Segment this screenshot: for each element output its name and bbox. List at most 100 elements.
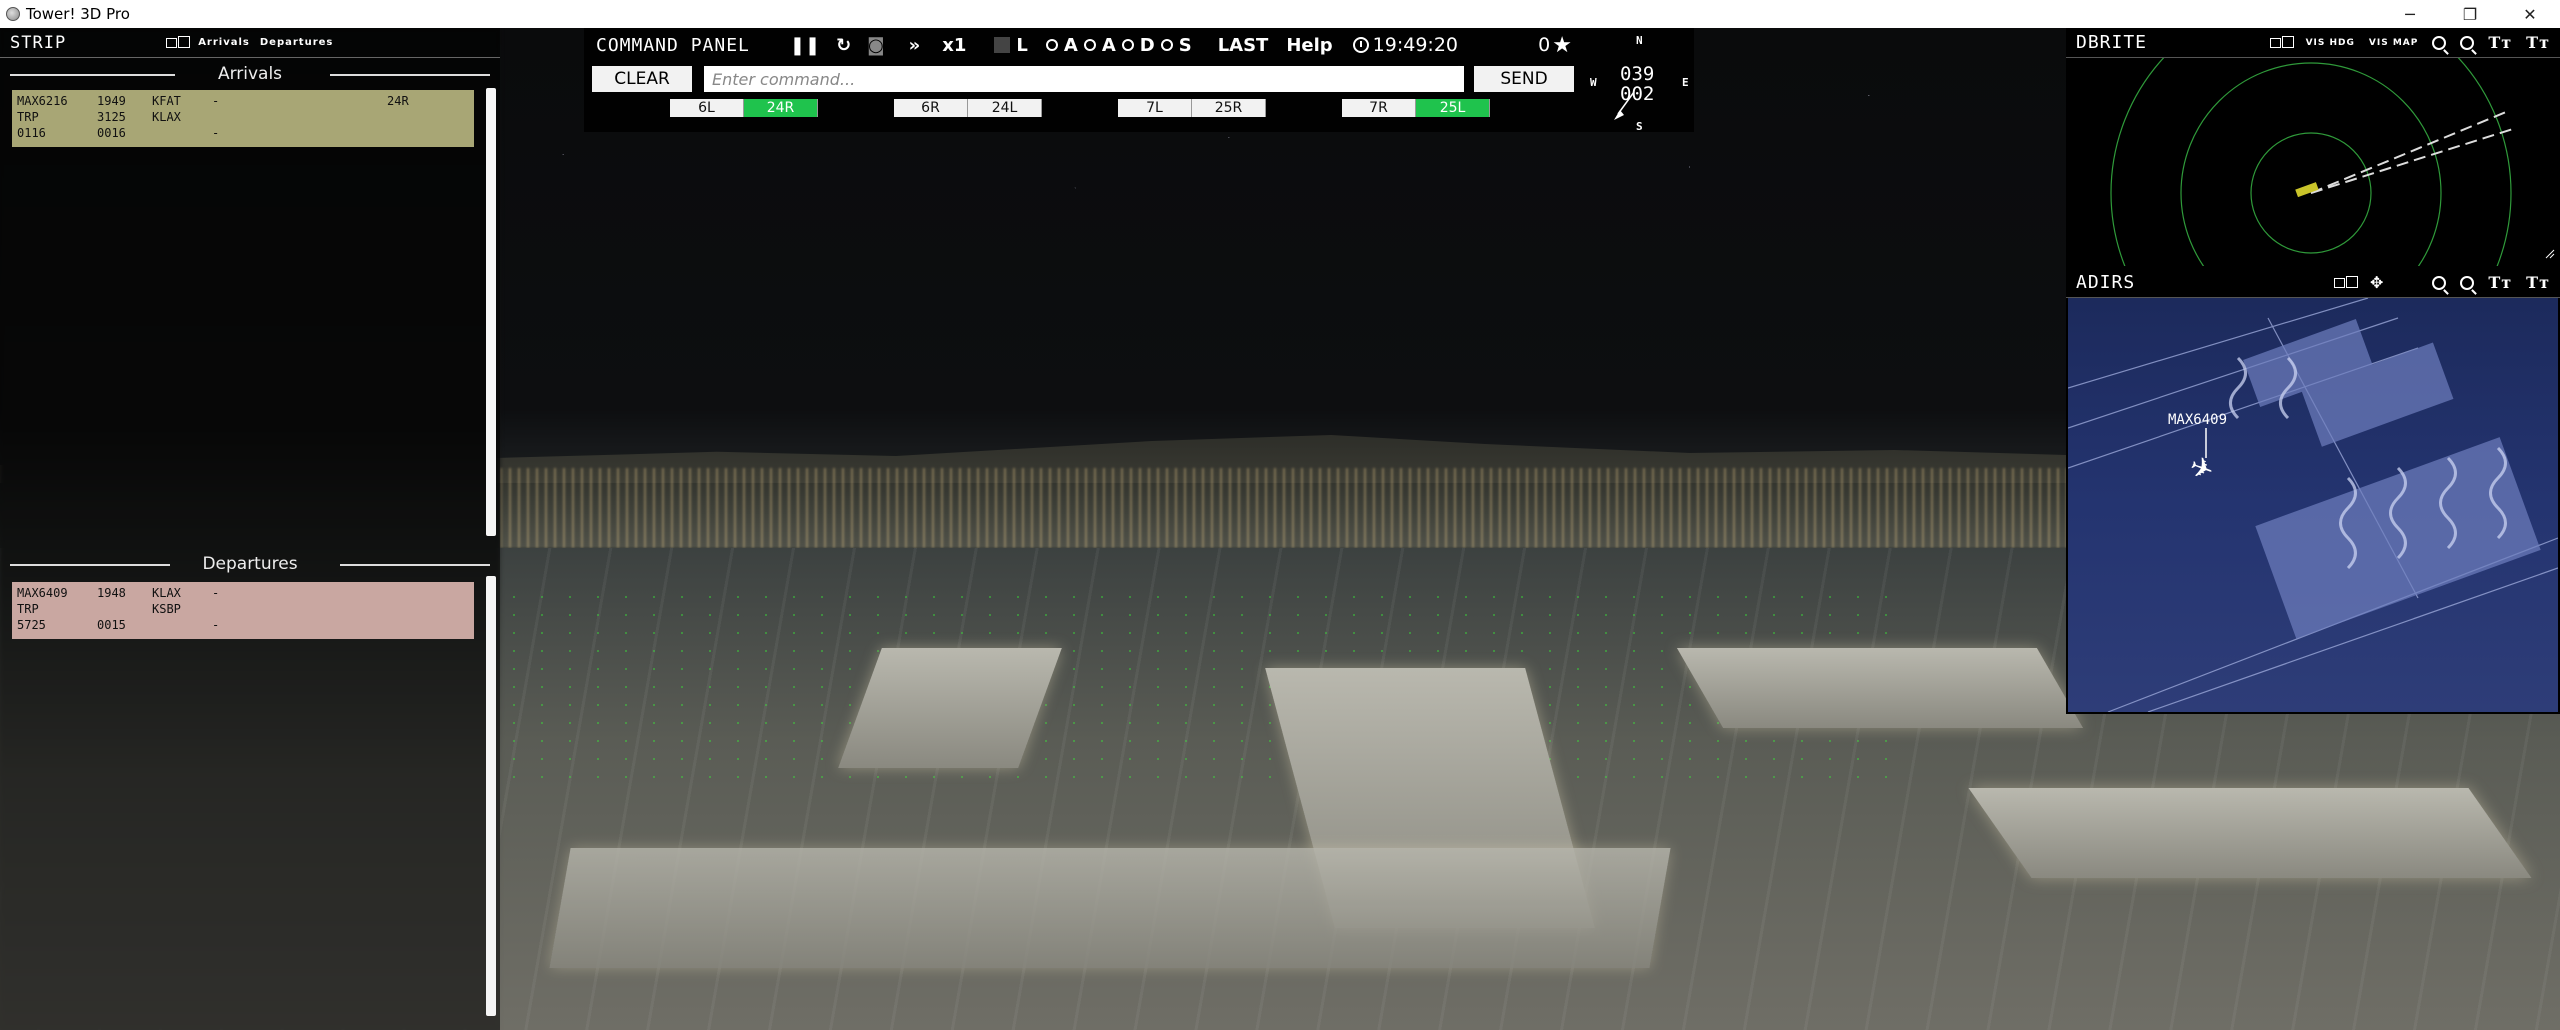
text-smaller-icon[interactable]: Tт xyxy=(2526,33,2550,52)
radar-scope[interactable] xyxy=(2066,58,2560,266)
command-input[interactable]: Enter command... xyxy=(704,66,1464,92)
strip-mark2: - xyxy=(212,126,220,140)
divider xyxy=(330,74,490,76)
close-button[interactable]: ✕ xyxy=(2500,0,2560,28)
strip-type: TRP xyxy=(17,110,39,124)
divider xyxy=(10,74,175,76)
arrivals-scrollbar[interactable] xyxy=(486,88,496,536)
approach-line xyxy=(2310,127,2517,194)
terminal-building xyxy=(1676,648,2084,728)
zoom-out-icon[interactable] xyxy=(2460,275,2475,290)
clear-button[interactable]: CLEAR xyxy=(592,66,692,92)
wind-arrow-icon xyxy=(1614,91,1635,120)
departures-tab[interactable]: Departures xyxy=(260,37,334,48)
strip-time: 1948 xyxy=(97,586,126,600)
window-titlebar: Tower! 3D Pro ─ ❐ ✕ xyxy=(0,0,2560,28)
strip-controls: Arrivals Departures xyxy=(166,36,333,49)
send-button[interactable]: SEND xyxy=(1474,66,1574,92)
fast-forward-icon[interactable]: » xyxy=(909,35,921,56)
score-value: 0 xyxy=(1538,34,1551,56)
terminal-building xyxy=(549,848,1671,968)
strip-origin: KLAX xyxy=(152,586,181,600)
adirs-panel: ADIRS ✥ Tт Tт MAX6409 ✈ xyxy=(2066,268,2560,714)
toggle-label: A xyxy=(1063,34,1078,56)
compass-east: E xyxy=(1682,76,1689,89)
aircraft-tag[interactable]: MAX6409 xyxy=(2168,412,2227,428)
runway-7r[interactable]: 7R xyxy=(1342,99,1416,117)
terminal-building xyxy=(1968,788,2532,878)
strip-panel: STRIP Arrivals Departures Arrivals MAX62… xyxy=(0,28,500,1030)
runway-24r[interactable]: 24R xyxy=(744,99,818,117)
compass-north: N xyxy=(1636,34,1643,47)
radar-ring xyxy=(2110,58,2512,266)
runway-group-7r-25l: 7R 25L xyxy=(1342,99,1490,117)
window-mode-icon[interactable] xyxy=(2269,36,2294,49)
restart-icon[interactable]: ↻ xyxy=(836,35,851,56)
arrivals-tab[interactable]: Arrivals xyxy=(198,37,250,48)
arrivals-heading: Arrivals xyxy=(217,64,283,84)
last-button[interactable]: LAST xyxy=(1218,35,1269,56)
departures-scrollbar[interactable] xyxy=(486,576,496,1016)
toggle-label: S xyxy=(1178,34,1192,56)
ground-map[interactable]: MAX6409 ✈ xyxy=(2068,298,2558,712)
adirs-controls: ✥ Tт Tт xyxy=(2333,273,2550,292)
vis-hdg-toggle[interactable]: VIS HDG xyxy=(2306,38,2355,48)
clock-icon xyxy=(1352,37,1369,53)
move-icon[interactable]: ✥ xyxy=(2370,273,2384,292)
toggle-label: D xyxy=(1139,34,1155,56)
vis-map-toggle[interactable]: VIS MAP xyxy=(2369,38,2418,48)
runway-6l[interactable]: 6L xyxy=(670,99,744,117)
window-mode-icon[interactable] xyxy=(166,36,191,49)
strip-origin: KFAT xyxy=(152,94,181,108)
toggle-a1[interactable]: A xyxy=(1045,34,1078,56)
dbrite-header: DBRITE VIS HDG VIS MAP Tт Tт xyxy=(2066,28,2560,58)
help-button[interactable]: Help xyxy=(1286,35,1332,56)
approach-line xyxy=(2310,111,2507,194)
runway-group-6r-24l: 6R 24L xyxy=(894,99,1042,117)
divider xyxy=(340,564,490,566)
adirs-title: ADIRS xyxy=(2076,272,2136,293)
pause-icon[interactable]: ❚❚ xyxy=(790,35,820,56)
dbrite-controls: VIS HDG VIS MAP Tт Tт xyxy=(2269,33,2550,52)
toggle-a2[interactable]: A xyxy=(1083,35,1116,56)
taxiway-lights xyxy=(500,588,1900,788)
strip-mark2: - xyxy=(212,618,220,632)
strip-code: 0016 xyxy=(97,126,126,140)
runway-selector: 6L 24R 6R 24L 7L 25R 7R 25L xyxy=(584,96,1584,120)
arrival-strip[interactable]: MAX6216 1949 KFAT - 24R TRP 3125 KLAX 01… xyxy=(12,90,474,147)
text-larger-icon[interactable]: Tт xyxy=(2488,33,2512,52)
strip-dest: KLAX xyxy=(152,110,181,124)
strip-time: 1949 xyxy=(97,94,126,108)
strip-header: STRIP Arrivals Departures xyxy=(0,28,500,58)
city-lights xyxy=(500,468,2200,548)
restore-button[interactable]: ❐ xyxy=(2440,0,2500,28)
toggle-l[interactable]: L xyxy=(994,35,1028,56)
runway-7l[interactable]: 7L xyxy=(1118,99,1192,117)
compass: N W E S 039 002 xyxy=(1584,28,1694,133)
app-icon xyxy=(6,7,20,21)
compass-west: W xyxy=(1590,76,1597,89)
runway-25r[interactable]: 25R xyxy=(1192,99,1266,117)
minimize-button[interactable]: ─ xyxy=(2380,0,2440,28)
runway-6r[interactable]: 6R xyxy=(894,99,968,117)
text-larger-icon[interactable]: Tт xyxy=(2488,273,2512,292)
strip-mark: - xyxy=(212,94,220,108)
arrivals-section-title: Arrivals xyxy=(0,62,500,86)
runway-25l[interactable]: 25L xyxy=(1416,99,1490,117)
zoom-in-icon[interactable] xyxy=(2432,275,2447,290)
camera-icon[interactable]: ◙ xyxy=(867,35,884,56)
runway-24l[interactable]: 24L xyxy=(968,99,1042,117)
runway-group-7l-25r: 7L 25R xyxy=(1118,99,1266,117)
strip-code: 0015 xyxy=(97,618,126,632)
ground-map-drawing xyxy=(2068,298,2558,712)
speed-label[interactable]: x1 xyxy=(942,35,966,56)
window-mode-icon[interactable] xyxy=(2333,276,2358,289)
zoom-out-icon[interactable] xyxy=(2460,35,2475,50)
toggle-s[interactable]: S xyxy=(1160,34,1192,56)
departures-heading: Departures xyxy=(202,554,298,574)
strip-runway[interactable]: 24R xyxy=(387,94,447,108)
text-smaller-icon[interactable]: Tт xyxy=(2526,273,2550,292)
toggle-d[interactable]: D xyxy=(1121,34,1155,56)
zoom-in-icon[interactable] xyxy=(2432,35,2447,50)
departure-strip[interactable]: MAX6409 1948 KLAX - TRP KSBP 5725 0015 - xyxy=(12,582,474,639)
